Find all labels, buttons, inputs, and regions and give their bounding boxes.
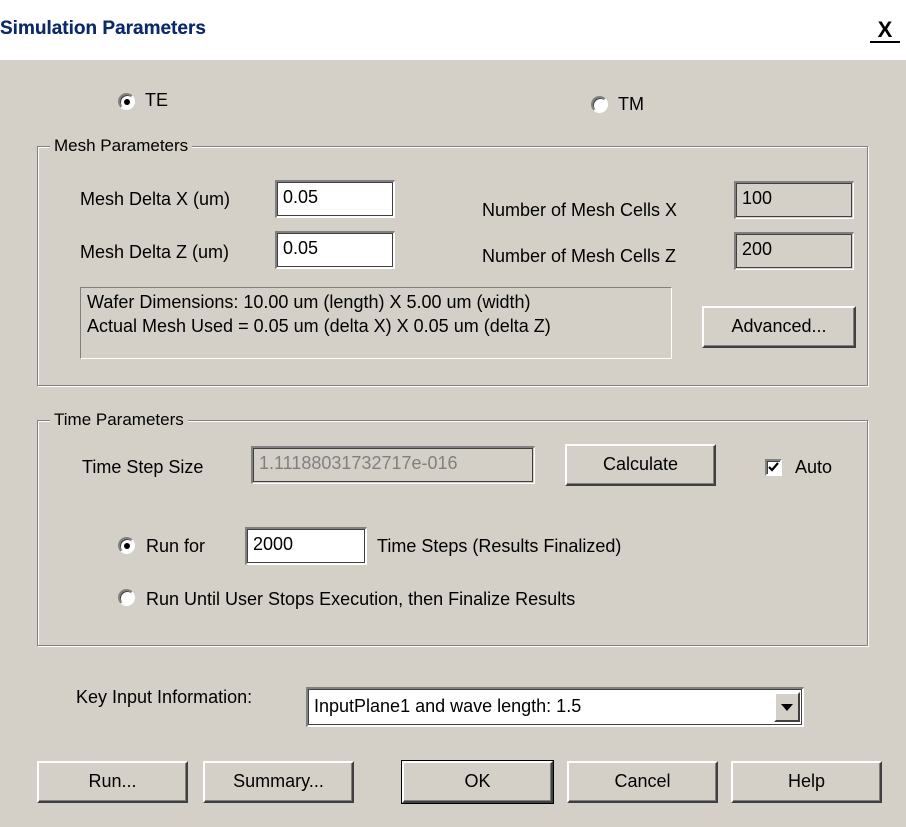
auto-checkbox[interactable] (765, 459, 782, 476)
wafer-info-panel: Wafer Dimensions: 10.00 um (length) X 5.… (80, 287, 672, 359)
key-input-selected-value: InputPlane1 and wave length: 1.5 (314, 696, 582, 716)
run-for-label: Run for (146, 536, 206, 556)
key-input-label: Key Input Information: (76, 687, 253, 707)
te-label: TE (145, 90, 169, 110)
radio-run-for[interactable] (118, 537, 135, 554)
radio-selected-dot (124, 99, 130, 105)
key-input-select[interactable]: InputPlane1 and wave length: 1.5 (306, 687, 804, 727)
radio-selected-dot (124, 543, 130, 549)
cells-z-field: 200 (734, 232, 854, 270)
cells-z-label: Number of Mesh Cells Z (482, 246, 677, 266)
time-step-size-field: 1.11188031732717e-016 (251, 446, 535, 484)
auto-label: Auto (795, 457, 833, 477)
cells-x-label: Number of Mesh Cells X (482, 200, 678, 220)
window-title: Simulation Parameters (0, 18, 206, 39)
mesh-delta-z-input[interactable]: 0.05 (275, 231, 395, 269)
time-step-size-label: Time Step Size (82, 457, 204, 477)
cells-x-field: 100 (734, 181, 854, 219)
time-parameters-title: Time Parameters (50, 410, 188, 430)
advanced-button[interactable]: Advanced... (702, 306, 856, 348)
calculate-button[interactable]: Calculate (565, 444, 716, 486)
help-button[interactable]: Help (731, 761, 882, 803)
run-button[interactable]: Run... (37, 761, 188, 803)
close-button[interactable]: X (870, 17, 900, 43)
cancel-button[interactable]: Cancel (567, 761, 718, 803)
run-until-label: Run Until User Stops Execution, then Fin… (146, 589, 576, 609)
actual-mesh-text: Actual Mesh Used = 0.05 um (delta X) X 0… (87, 316, 551, 336)
close-icon: X (877, 17, 893, 42)
title-bar: Simulation Parameters X (0, 0, 906, 60)
wafer-dimensions-text: Wafer Dimensions: 10.00 um (length) X 5.… (87, 292, 531, 312)
run-for-steps-input[interactable]: 2000 (245, 527, 367, 565)
dropdown-button[interactable] (774, 692, 800, 722)
summary-button[interactable]: Summary... (203, 761, 354, 803)
chevron-down-icon (781, 704, 793, 711)
checkmark-icon (768, 462, 779, 472)
mesh-delta-x-input[interactable]: 0.05 (275, 180, 395, 218)
radio-run-until[interactable] (118, 589, 135, 606)
mesh-parameters-title: Mesh Parameters (50, 136, 193, 156)
radio-te[interactable] (118, 93, 135, 110)
mesh-delta-z-label: Mesh Delta Z (um) (80, 242, 230, 262)
time-steps-label: Time Steps (Results Finalized) (377, 536, 622, 556)
mesh-delta-x-label: Mesh Delta X (um) (80, 189, 231, 209)
radio-tm[interactable] (591, 96, 608, 113)
tm-label: TM (618, 94, 644, 114)
ok-button[interactable]: OK (401, 760, 554, 804)
